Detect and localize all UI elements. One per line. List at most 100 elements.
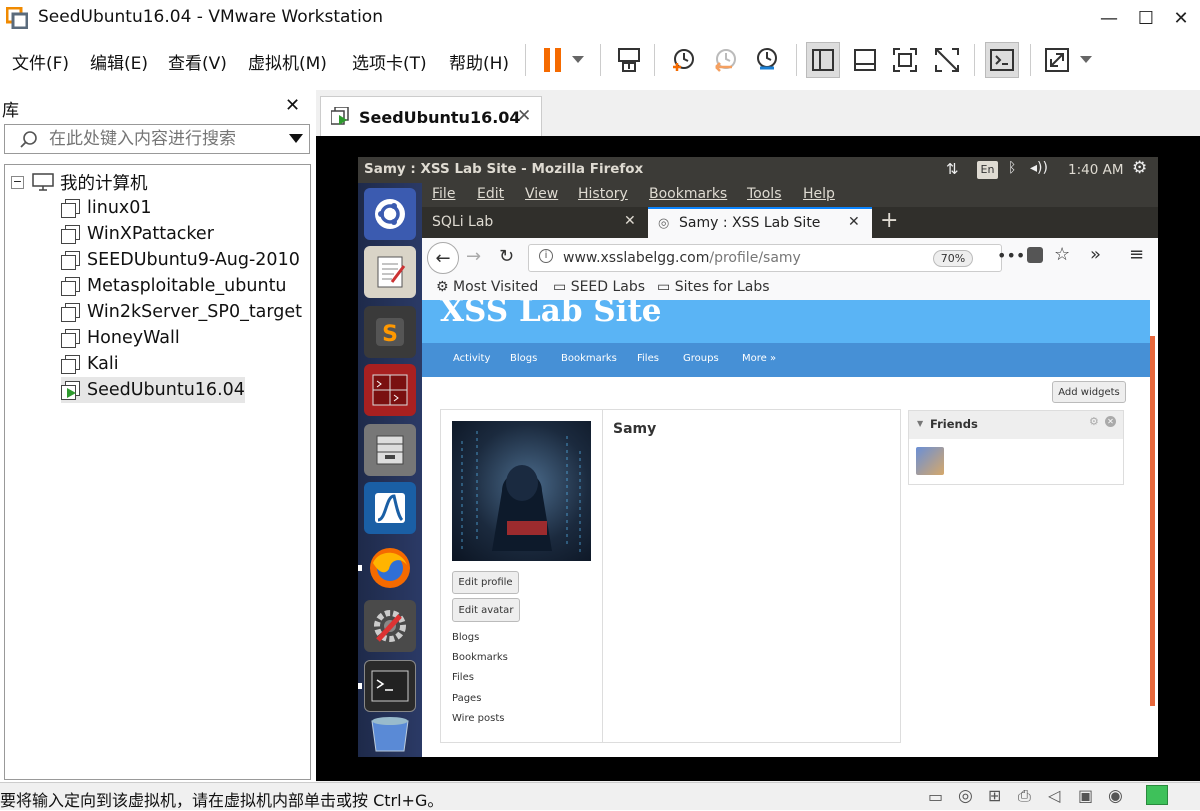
profile-link-bookmarks[interactable]: Bookmarks (452, 652, 508, 663)
tree-item-vm[interactable]: Kali (61, 351, 119, 377)
floppy-icon[interactable]: ◉ (1108, 786, 1123, 806)
bookmark-star-icon[interactable]: ☆ (1054, 244, 1070, 265)
nav-groups[interactable]: Groups (683, 353, 719, 364)
ff-menu-file[interactable]: File (432, 186, 455, 202)
pause-dropdown-icon[interactable] (566, 42, 590, 78)
profile-link-blogs[interactable]: Blogs (452, 632, 479, 643)
page-scrollbar[interactable] (1150, 336, 1155, 706)
add-widgets-button[interactable]: Add widgets (1052, 381, 1126, 403)
overflow-chevron-icon[interactable]: » (1090, 244, 1101, 265)
unity-mode-icon[interactable] (930, 42, 964, 78)
sound-card-icon[interactable]: ◁ (1048, 786, 1060, 805)
widget-close-icon[interactable]: ✕ (1105, 416, 1116, 427)
stretch-dropdown-icon[interactable] (1074, 42, 1098, 78)
library-search-input[interactable] (49, 127, 269, 151)
hamburger-menu-icon[interactable]: ≡ (1129, 244, 1144, 265)
vm-message-icon[interactable] (1146, 785, 1168, 805)
ubuntu-dash-icon[interactable] (364, 188, 416, 240)
system-gear-icon[interactable]: ⚙ (1132, 158, 1147, 178)
console-view-icon[interactable] (985, 42, 1019, 78)
tree-item-vm[interactable]: WinXPattacker (61, 221, 214, 247)
pocket-icon[interactable] (1027, 247, 1043, 263)
widget-settings-icon[interactable]: ⚙ (1089, 415, 1099, 428)
menu-edit[interactable]: 编辑(E) (90, 49, 148, 74)
stretch-guest-icon[interactable] (1040, 42, 1074, 78)
friend-avatar[interactable] (916, 447, 944, 475)
edit-avatar-button[interactable]: Edit avatar (452, 598, 520, 622)
back-button[interactable]: ← (427, 242, 459, 274)
ff-tab-sqli[interactable]: SQLi Lab ✕ (422, 207, 646, 238)
ff-menu-history[interactable]: History (578, 186, 628, 202)
minimize-button[interactable]: — (1090, 4, 1128, 32)
tree-root-my-computer[interactable]: − 我的计算机 (11, 169, 148, 195)
close-window-button[interactable]: ✕ (1162, 4, 1200, 32)
profile-link-pages[interactable]: Pages (452, 693, 481, 704)
collapse-triangle-icon[interactable]: ▼ (917, 419, 923, 428)
trash-icon[interactable] (364, 714, 416, 754)
file-manager-icon[interactable] (364, 424, 416, 476)
collapse-icon[interactable]: − (11, 175, 24, 189)
sublime-text-icon[interactable]: S (364, 306, 416, 358)
ff-menu-view[interactable]: View (525, 186, 558, 202)
site-info-icon[interactable]: i (539, 249, 553, 263)
tree-item-vm[interactable]: Metasploitable_ubuntu (61, 273, 287, 299)
snapshot-take-icon[interactable] (666, 42, 700, 78)
new-tab-icon[interactable]: + (880, 208, 898, 233)
ff-menu-tools[interactable]: Tools (747, 186, 782, 202)
volume-icon[interactable]: ◂)) (1030, 160, 1048, 176)
edit-profile-button[interactable]: Edit profile (452, 571, 519, 594)
profile-link-wire-posts[interactable]: Wire posts (452, 713, 504, 724)
maximize-button[interactable]: ☐ (1127, 4, 1165, 32)
profile-avatar[interactable] (452, 421, 591, 561)
terminal-icon[interactable] (364, 660, 416, 712)
nav-activity[interactable]: Activity (453, 353, 490, 364)
cd-dvd-icon[interactable]: ◎ (958, 786, 973, 806)
show-library-icon[interactable] (806, 42, 840, 78)
system-settings-icon[interactable] (364, 600, 416, 652)
bookmark-sites-for-labs[interactable]: ▭ Sites for Labs (657, 279, 770, 295)
tree-item-vm[interactable]: Win2kServer_SP0_target (61, 299, 302, 325)
reload-icon[interactable]: ↻ (499, 246, 514, 267)
send-ctrl-alt-del-icon[interactable] (612, 42, 646, 78)
nav-files[interactable]: Files (637, 353, 659, 364)
library-close-icon[interactable]: ✕ (285, 95, 300, 116)
ff-tab-close-icon[interactable]: ✕ (624, 213, 636, 229)
printer-icon[interactable]: ⎙ (1018, 786, 1031, 806)
ff-tab-close-icon[interactable]: ✕ (848, 214, 860, 230)
forward-button[interactable]: → (466, 246, 481, 267)
ff-menu-bookmarks[interactable]: Bookmarks (649, 186, 727, 202)
full-screen-icon[interactable] (888, 42, 922, 78)
tree-item-vm[interactable]: linux01 (61, 195, 152, 221)
site-title[interactable]: XSS Lab Site (440, 300, 662, 329)
keyboard-lang-indicator[interactable]: En (977, 161, 998, 179)
ff-menu-edit[interactable]: Edit (477, 186, 504, 202)
menu-vm[interactable]: 虚拟机(M) (248, 49, 327, 74)
ff-tab-xss[interactable]: ◎ Samy : XSS Lab Site ✕ (648, 207, 872, 238)
usb-device-icon[interactable]: ▣ (1078, 786, 1093, 805)
ff-menu-help[interactable]: Help (803, 186, 835, 202)
bookmark-most-visited[interactable]: ⚙ Most Visited (436, 279, 538, 295)
wireshark-icon[interactable] (364, 482, 416, 534)
page-actions-icon[interactable]: ••• (997, 246, 1025, 265)
network-adapter-icon[interactable]: ⊞ (988, 786, 1001, 805)
snapshot-revert-icon[interactable] (708, 42, 742, 78)
bluetooth-icon[interactable]: ᛒ (1008, 160, 1016, 176)
thumbnail-bar-icon[interactable] (848, 42, 882, 78)
search-dropdown-icon[interactable] (289, 134, 303, 144)
tree-item-vm[interactable]: SEEDUbuntu9-Aug-2010 (61, 247, 300, 273)
menu-view[interactable]: 查看(V) (168, 49, 227, 74)
nav-blogs[interactable]: Blogs (510, 353, 537, 364)
vm-tab[interactable]: SeedUbuntu16.04 ✕ (320, 96, 542, 136)
hard-disk-icon[interactable]: ▭ (928, 787, 943, 806)
snapshot-manager-icon[interactable] (750, 42, 784, 78)
tree-item-vm[interactable]: SeedUbuntu16.04 (61, 377, 245, 403)
network-arrows-icon[interactable]: ⇅ (946, 160, 959, 178)
pause-icon[interactable] (536, 42, 570, 78)
zoom-indicator[interactable]: 70% (933, 250, 973, 267)
vm-tab-close-icon[interactable]: ✕ (517, 106, 531, 126)
library-search-box[interactable] (4, 124, 310, 154)
terminator-icon[interactable] (364, 364, 416, 416)
bookmark-seed-labs[interactable]: ▭ SEED Labs (553, 279, 645, 295)
text-editor-icon[interactable] (364, 246, 416, 298)
tree-item-vm[interactable]: HoneyWall (61, 325, 180, 351)
